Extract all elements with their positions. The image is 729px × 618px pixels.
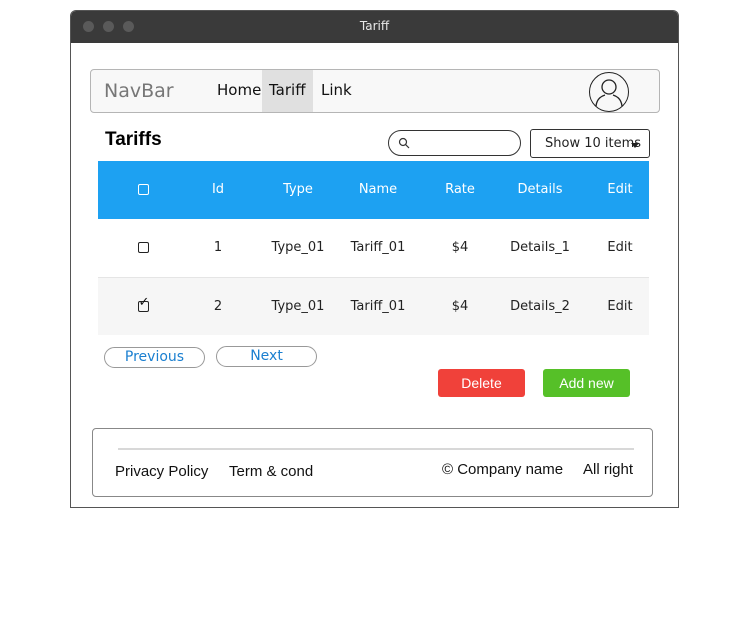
header-select-all[interactable] (98, 161, 188, 219)
cell-id: 1 (213, 240, 223, 255)
footer: Privacy Policy Term & cond © Company nam… (92, 428, 653, 497)
cell-id: 2 (213, 299, 223, 314)
column-header-edit: Edit (607, 182, 633, 197)
footer-divider (118, 448, 634, 450)
column-header-rate: Rate (445, 182, 475, 197)
window-title: Tariff (359, 19, 390, 33)
table-header: Id Type Name Rate Details Edit (98, 161, 649, 219)
cell-type: Type_01 (271, 240, 325, 255)
page-size-value: Show 10 items (545, 136, 642, 151)
page-title: Tariffs (105, 129, 162, 150)
cell-details[interactable]: Details_2 (500, 278, 580, 336)
checkbox-checked-icon[interactable]: ✓ (137, 296, 149, 312)
app-window: Tariff NavBar Home Tariff Link Tariffs S… (70, 10, 679, 508)
edit-link[interactable]: Edit (595, 278, 645, 336)
cell-rate: $4 (451, 299, 469, 314)
terms-link[interactable]: Term & cond (229, 463, 313, 480)
company-name: © Company name (442, 461, 564, 478)
table-row: ✓ 2 Type_01 Tariff_01 $4 Details_2 Edit (98, 277, 649, 335)
user-avatar-icon[interactable] (589, 72, 629, 112)
column-header-details: Details (517, 182, 563, 197)
checkbox-icon[interactable] (137, 184, 149, 195)
nav-link-link[interactable]: Link (314, 70, 359, 112)
row-select[interactable]: ✓ (98, 278, 188, 336)
cell-name: Tariff_01 (350, 299, 406, 314)
previous-button[interactable]: Previous (104, 347, 205, 368)
search-icon (398, 137, 410, 149)
delete-button[interactable]: Delete (438, 369, 525, 397)
edit-link[interactable]: Edit (595, 219, 645, 277)
column-header-name: Name (358, 182, 398, 197)
privacy-policy-link[interactable]: Privacy Policy (115, 463, 208, 480)
tariffs-table: Id Type Name Rate Details Edit 1 Type_01… (98, 161, 649, 335)
column-header-type: Type (283, 182, 313, 197)
cell-rate: $4 (451, 240, 469, 255)
all-rights-text: All right (583, 461, 634, 478)
cell-details[interactable]: Details_1 (500, 219, 580, 277)
add-new-button[interactable]: Add new (543, 369, 630, 397)
table-row: 1 Type_01 Tariff_01 $4 Details_1 Edit (98, 219, 649, 277)
column-header-id: Id (211, 182, 225, 197)
navbar: NavBar Home Tariff Link (90, 69, 660, 113)
row-select[interactable] (98, 219, 188, 277)
nav-link-home[interactable]: Home (210, 70, 268, 112)
title-bar: Tariff (71, 11, 678, 43)
next-button[interactable]: Next (216, 346, 317, 367)
page-size-select[interactable]: Show 10 items (530, 129, 650, 158)
cell-name: Tariff_01 (350, 240, 406, 255)
navbar-brand[interactable]: NavBar (104, 80, 174, 102)
search-input[interactable] (388, 130, 521, 156)
chevron-down-icon (631, 143, 639, 148)
nav-link-tariff[interactable]: Tariff (262, 70, 313, 112)
checkbox-icon[interactable] (137, 242, 149, 253)
cell-type: Type_01 (271, 299, 325, 314)
